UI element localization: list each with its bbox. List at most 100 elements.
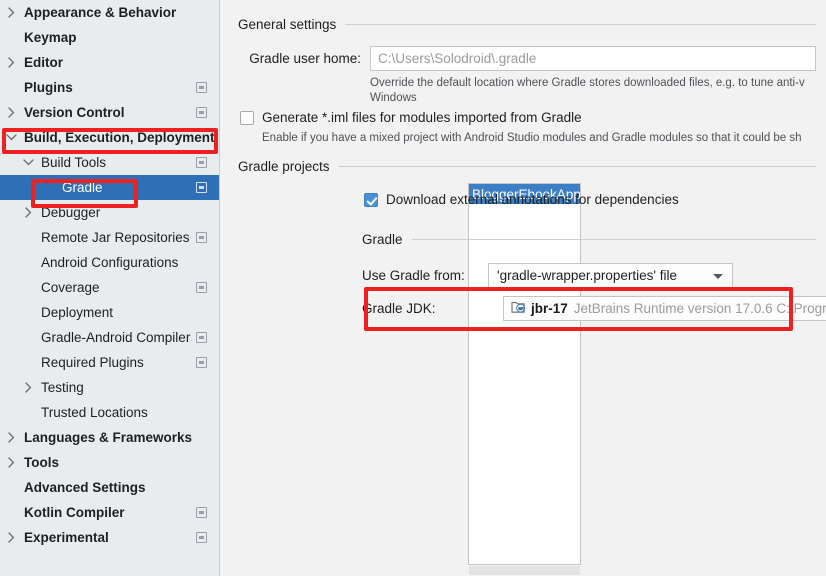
- gradle-projects-section-header: Gradle projects: [220, 159, 816, 174]
- use-gradle-from-row: Use Gradle from: 'gradle-wrapper.propert…: [362, 263, 733, 288]
- sidebar-item-label: Coverage: [41, 280, 100, 295]
- sidebar-item-gradle-android-compiler[interactable]: Gradle-Android Compiler: [0, 325, 219, 350]
- sidebar-item-version-control[interactable]: Version Control: [0, 100, 219, 125]
- sidebar-item-languages-frameworks[interactable]: Languages & Frameworks: [0, 425, 219, 450]
- gradle-user-home-input[interactable]: C:\Users\Solodroid\.gradle: [370, 46, 816, 71]
- chevron-right-icon[interactable]: [0, 100, 22, 125]
- download-annotations-label: Download external annotations for depend…: [386, 192, 679, 207]
- sidebar-item-label: Gradle-Android Compiler: [41, 330, 191, 345]
- generate-iml-hint: Enable if you have a mixed project with …: [262, 132, 802, 144]
- chevron-right-icon[interactable]: [0, 0, 22, 25]
- module-settings-icon: [196, 232, 207, 243]
- sidebar-item-tools[interactable]: Tools: [0, 450, 219, 475]
- sidebar-item-testing[interactable]: Testing: [0, 375, 219, 400]
- sidebar-item-label: Kotlin Compiler: [24, 505, 125, 520]
- settings-sidebar[interactable]: Appearance & Behavior Keymap Editor Plugins…: [0, 0, 220, 576]
- gradle-jdk-dropdown[interactable]: jbr-17 JetBrains Runtime version 17.0.6 …: [503, 296, 826, 321]
- sidebar-item-advanced-settings[interactable]: Advanced Settings: [0, 475, 219, 500]
- sidebar-item-coverage[interactable]: Coverage: [0, 275, 219, 300]
- general-settings-section-header: General settings: [220, 17, 816, 32]
- sidebar-item-editor[interactable]: Editor: [0, 50, 219, 75]
- sidebar-item-label: Required Plugins: [41, 355, 144, 370]
- gradle-user-home-row: Gradle user home: C:\Users\Solodroid\.gr…: [238, 46, 816, 71]
- gradle-jdk-row: Gradle JDK: jbr-17 JetBrains Runtime ver…: [362, 296, 826, 321]
- sidebar-item-label: Editor: [24, 55, 63, 70]
- gradle-user-home-hint-line-1: Override the default location where Grad…: [370, 77, 805, 89]
- module-settings-icon: [196, 332, 207, 343]
- gradle-project-list-hscrollbar[interactable]: [469, 566, 580, 575]
- module-settings-icon: [196, 82, 207, 93]
- chevron-right-icon[interactable]: [0, 50, 22, 75]
- module-settings-icon: [196, 157, 207, 168]
- module-settings-icon: [196, 107, 207, 118]
- chevron-right-icon[interactable]: [0, 450, 22, 475]
- jdk-folder-icon: [511, 300, 526, 317]
- sidebar-item-label: Remote Jar Repositories: [41, 230, 190, 245]
- sidebar-item-label: Version Control: [24, 105, 125, 120]
- generate-iml-checkbox[interactable]: [240, 110, 254, 125]
- sidebar-item-label: Experimental: [24, 530, 109, 545]
- gradle-projects-title: Gradle projects: [238, 159, 330, 174]
- sidebar-item-label: Deployment: [41, 305, 114, 320]
- module-settings-icon: [196, 182, 207, 193]
- use-gradle-from-value: 'gradle-wrapper.properties' file: [497, 268, 677, 283]
- section-divider-rule-2: [338, 166, 816, 167]
- sidebar-item-remote-jar-repositories[interactable]: Remote Jar Repositories: [0, 225, 219, 250]
- sidebar-item-kotlin-compiler[interactable]: Kotlin Compiler: [0, 500, 219, 525]
- section-divider-rule: [345, 24, 816, 25]
- chevron-down-icon[interactable]: [17, 150, 39, 175]
- sidebar-item-label: Plugins: [24, 80, 73, 95]
- sidebar-item-experimental[interactable]: Experimental: [0, 525, 219, 550]
- gradle-user-home-value: C:\Users\Solodroid\.gradle: [378, 51, 537, 66]
- download-annotations-checkbox[interactable]: [364, 192, 378, 207]
- gradle-group-header: Gradle: [348, 232, 816, 247]
- chevron-right-icon[interactable]: [0, 425, 22, 450]
- sidebar-item-label: Build, Execution, Deployment: [24, 130, 215, 145]
- chevron-right-icon[interactable]: [17, 200, 39, 225]
- use-gradle-from-dropdown[interactable]: 'gradle-wrapper.properties' file: [488, 263, 733, 288]
- gradle-user-home-hint-line-2: Windows: [370, 92, 417, 104]
- sidebar-item-label: Trusted Locations: [41, 405, 148, 420]
- module-settings-icon: [196, 532, 207, 543]
- chevron-down-icon: [713, 274, 723, 279]
- sidebar-item-required-plugins[interactable]: Required Plugins: [0, 350, 219, 375]
- sidebar-item-label: Tools: [24, 455, 59, 470]
- settings-dialog: Appearance & Behavior Keymap Editor Plugins…: [0, 0, 826, 576]
- gradle-jdk-label: Gradle JDK:: [362, 301, 436, 316]
- download-annotations-row[interactable]: Download external annotations for depend…: [364, 192, 679, 207]
- sidebar-item-debugger[interactable]: Debugger: [0, 200, 219, 225]
- sidebar-item-label: Build Tools: [41, 155, 107, 170]
- sidebar-item-build-tools[interactable]: Build Tools: [0, 150, 219, 175]
- sidebar-item-label: Advanced Settings: [24, 480, 146, 495]
- module-settings-icon: [196, 507, 207, 518]
- use-gradle-from-label: Use Gradle from:: [362, 268, 465, 283]
- sidebar-item-label: Debugger: [41, 205, 101, 220]
- sidebar-item-label: Keymap: [24, 30, 77, 45]
- sidebar-item-label: Testing: [41, 380, 84, 395]
- gradle-user-home-hint: Override the default location where Grad…: [370, 76, 826, 106]
- gradle-jdk-name: jbr-17: [531, 301, 568, 316]
- sidebar-item-trusted-locations[interactable]: Trusted Locations: [0, 400, 219, 425]
- chevron-right-icon[interactable]: [17, 375, 39, 400]
- gradle-jdk-description: JetBrains Runtime version 17.0.6 C:\Prog…: [573, 301, 826, 316]
- sidebar-item-label: Gradle: [62, 180, 103, 195]
- module-settings-icon: [196, 357, 207, 368]
- settings-main-panel: General settings Gradle user home: C:\Us…: [220, 0, 826, 576]
- sidebar-item-plugins[interactable]: Plugins: [0, 75, 219, 100]
- module-settings-icon: [196, 282, 207, 293]
- sidebar-item-deployment[interactable]: Deployment: [0, 300, 219, 325]
- sidebar-item-build-execution-deployment[interactable]: Build, Execution, Deployment: [0, 125, 219, 150]
- sidebar-item-label: Languages & Frameworks: [24, 430, 193, 445]
- sidebar-item-appearance-behavior[interactable]: Appearance & Behavior: [0, 0, 219, 25]
- chevron-down-icon[interactable]: [0, 125, 22, 150]
- gradle-group-title: Gradle: [362, 232, 403, 247]
- sidebar-item-gradle[interactable]: Gradle: [0, 175, 219, 200]
- sidebar-item-label: Android Configurations: [41, 255, 179, 270]
- sidebar-item-keymap[interactable]: Keymap: [0, 25, 219, 50]
- section-divider-rule-3: [411, 239, 816, 240]
- generate-iml-checkbox-row[interactable]: Generate *.iml files for modules importe…: [240, 110, 582, 125]
- chevron-right-icon[interactable]: [0, 525, 22, 550]
- generate-iml-label: Generate *.iml files for modules importe…: [262, 110, 582, 125]
- sidebar-item-label: Appearance & Behavior: [24, 5, 177, 20]
- sidebar-item-android-configurations[interactable]: Android Configurations: [0, 250, 219, 275]
